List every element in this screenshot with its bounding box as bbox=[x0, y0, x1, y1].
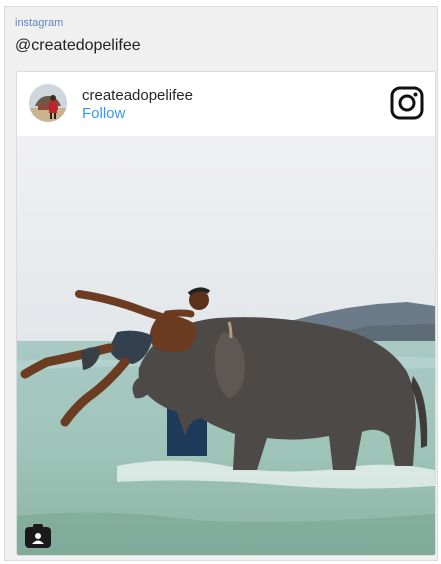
instagram-glyph-icon[interactable] bbox=[390, 86, 424, 120]
post-photo[interactable] bbox=[17, 136, 435, 555]
source-label: instagram bbox=[15, 17, 64, 29]
follow-button[interactable]: Follow bbox=[82, 105, 125, 122]
instagram-embed: createadopelifee Follow bbox=[16, 71, 436, 556]
post-username[interactable]: createadopelifee bbox=[82, 87, 193, 104]
instagram-user-icon[interactable] bbox=[25, 524, 51, 548]
profile-avatar[interactable] bbox=[29, 84, 67, 122]
embed-card: instagram @createdopelifee createadopeli… bbox=[4, 6, 438, 561]
embed-handle: @createdopelifee bbox=[15, 37, 141, 54]
post-header: createadopelifee Follow bbox=[17, 72, 435, 136]
